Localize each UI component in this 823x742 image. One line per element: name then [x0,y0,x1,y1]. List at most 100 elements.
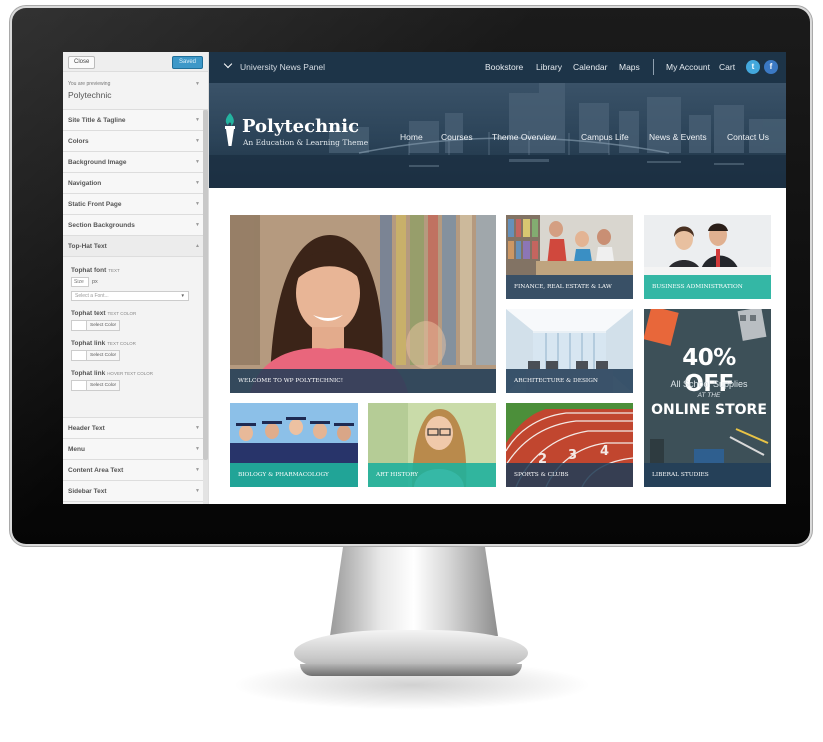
field-label-text: Tophat text [71,310,106,317]
section-label: Static Front Page [68,201,122,208]
toplink-calendar[interactable]: Calendar [573,62,608,72]
tophat-link-color-picker[interactable]: Select Color [71,350,208,361]
chevron-down-icon: ▼ [180,293,185,298]
field-label-tag: HOVER TEXT COLOR [107,371,154,376]
nav-item-campus-life[interactable]: Campus Life [581,132,629,142]
customizer-panel: Close Saved You are previewing Polytechn… [63,52,209,504]
customizer-header: Close Saved [63,52,208,72]
facebook-icon[interactable]: f [764,60,778,74]
chevron-down-icon: ▼ [195,222,200,228]
close-button[interactable]: Close [68,56,96,69]
tile-architecture[interactable]: ARCHITECTURE & DESIGN [506,309,633,393]
tile-art-history[interactable]: ART HISTORY [368,403,496,487]
site-title[interactable]: Polytechnic [242,116,359,137]
previewing-label: You are previewing [68,81,111,87]
tile-welcome[interactable]: WELCOME TO WP POLYTECHNIC! [230,215,496,393]
chevron-down-icon: ▼ [195,201,200,207]
tile-caption: FINANCE, REAL ESTATE & LAW [506,275,633,299]
monitor-bezel: Close Saved You are previewing Polytechn… [12,8,810,544]
news-panel-toggle[interactable]: University News Panel [240,62,325,72]
promo-at: AT THE [697,392,721,399]
torch-logo-icon [225,113,235,146]
promo-store: ONLINE STORE [651,402,767,418]
svg-text:4: 4 [600,444,609,459]
section-site-title[interactable]: Site Title & Tagline ▼ [63,110,208,131]
font-size-input[interactable] [71,277,89,287]
previewing-info: You are previewing Polytechnic ▼ [63,72,208,110]
section-background-image[interactable]: Background Image ▼ [63,152,208,173]
font-size-row: px [71,277,208,287]
select-color-button[interactable]: Select Color [87,350,121,361]
section-label: Colors [68,138,89,145]
toplink-cart[interactable]: Cart [719,62,735,72]
color-swatch[interactable] [71,380,87,391]
tile-sports[interactable]: 234 SPORTS & CLUBS [506,403,633,487]
chevron-down-icon: ▼ [195,138,200,144]
field-label-tag: TEXT COLOR [107,311,137,316]
tophat-link-hover-color-picker[interactable]: Select Color [71,380,208,391]
site-preview: University News Panel Bookstore Library … [209,52,786,504]
chevron-down-icon[interactable]: ▼ [195,81,200,87]
chevron-down-icon: ▼ [195,117,200,123]
toplink-my-account[interactable]: My Account [666,62,710,72]
font-select[interactable]: Select a Font... ▼ [71,291,189,301]
section-static-front-page[interactable]: Static Front Page ▼ [63,194,208,215]
section-top-hat-text[interactable]: Top-Hat Text ▲ [63,236,208,257]
nav-item-contact-us[interactable]: Contact Us [727,132,769,142]
saved-button[interactable]: Saved [171,56,203,69]
chevron-down-icon: ▼ [195,467,200,473]
tile-finance[interactable]: FINANCE, REAL ESTATE & LAW [506,215,633,299]
section-label: Section Backgrounds [68,222,135,229]
section-header-text[interactable]: Header Text ▼ [63,418,208,439]
tile-caption: ART HISTORY [368,463,496,487]
field-label-text: Tophat link [71,370,106,377]
customizer-scrollbar-thumb[interactable] [203,110,208,460]
svg-text:3: 3 [568,448,577,463]
toplink-maps[interactable]: Maps [619,62,640,72]
tile-caption: ARCHITECTURE & DESIGN [506,369,633,393]
twitter-icon[interactable]: t [746,60,760,74]
tile-caption: WELCOME TO WP POLYTECHNIC! [230,369,496,393]
nav-item-home[interactable]: Home [400,132,423,142]
field-label-tag: TEXT [108,268,120,273]
section-label: Navigation [68,180,102,187]
chevron-down-icon[interactable] [223,59,233,69]
nav-item-news-events[interactable]: News & Events [649,132,707,142]
field-label-text: Tophat link [71,340,106,347]
toplink-library[interactable]: Library [536,62,562,72]
nav-item-courses[interactable]: Courses [441,132,473,142]
section-label: Site Title & Tagline [68,117,126,124]
font-select-value: Select a Font... [75,293,109,299]
section-label: Background Image [68,159,127,166]
tophat-text-color-picker[interactable]: Select Color [71,320,208,331]
font-size-unit: px [92,279,98,285]
toplink-bookstore[interactable]: Bookstore [485,62,523,72]
section-menu[interactable]: Menu ▼ [63,439,208,460]
tile-caption: LIBERAL STUDIES [644,463,771,487]
field-label-tag: TEXT COLOR [107,341,136,346]
chevron-down-icon: ▼ [195,180,200,186]
tile-biology[interactable]: BIOLOGY & PHARMACOLOGY [230,403,358,487]
site-header: Polytechnic An Education & Learning Them… [209,83,786,188]
top-hat-text-controls: Tophat fontTEXT px Select a Font... ▼ Top… [63,257,208,418]
section-sidebar-text[interactable]: Sidebar Text ▼ [63,481,208,502]
section-section-backgrounds[interactable]: Section Backgrounds ▼ [63,215,208,236]
color-swatch[interactable] [71,350,87,361]
tophat-text-label: Tophat text TEXT COLOR [71,310,208,317]
tophat-font-label: Tophat font TEXT [71,267,208,274]
section-navigation[interactable]: Navigation ▼ [63,173,208,194]
color-swatch[interactable] [71,320,87,331]
promo-discount: 40% OFF [682,345,736,397]
top-hat-bar: University News Panel Bookstore Library … [209,52,786,83]
section-label: Menu [68,446,85,453]
content-grid: WELCOME TO WP POLYTECHNIC! FINANCE, REAL… [209,188,786,504]
tile-liberal-studies[interactable]: 40% OFF All School Supplies AT THE ONLIN… [644,309,771,487]
select-color-button[interactable]: Select Color [87,380,121,391]
select-color-button[interactable]: Select Color [87,320,121,331]
nav-item-theme-overview[interactable]: Theme Overview [492,132,556,142]
section-colors[interactable]: Colors ▼ [63,131,208,152]
tile-business[interactable]: BUSINESS ADMINISTRATION [644,215,771,299]
section-content-area-text[interactable]: Content Area Text ▼ [63,460,208,481]
theme-name: Polytechnic [68,90,112,100]
chevron-down-icon: ▼ [195,425,200,431]
